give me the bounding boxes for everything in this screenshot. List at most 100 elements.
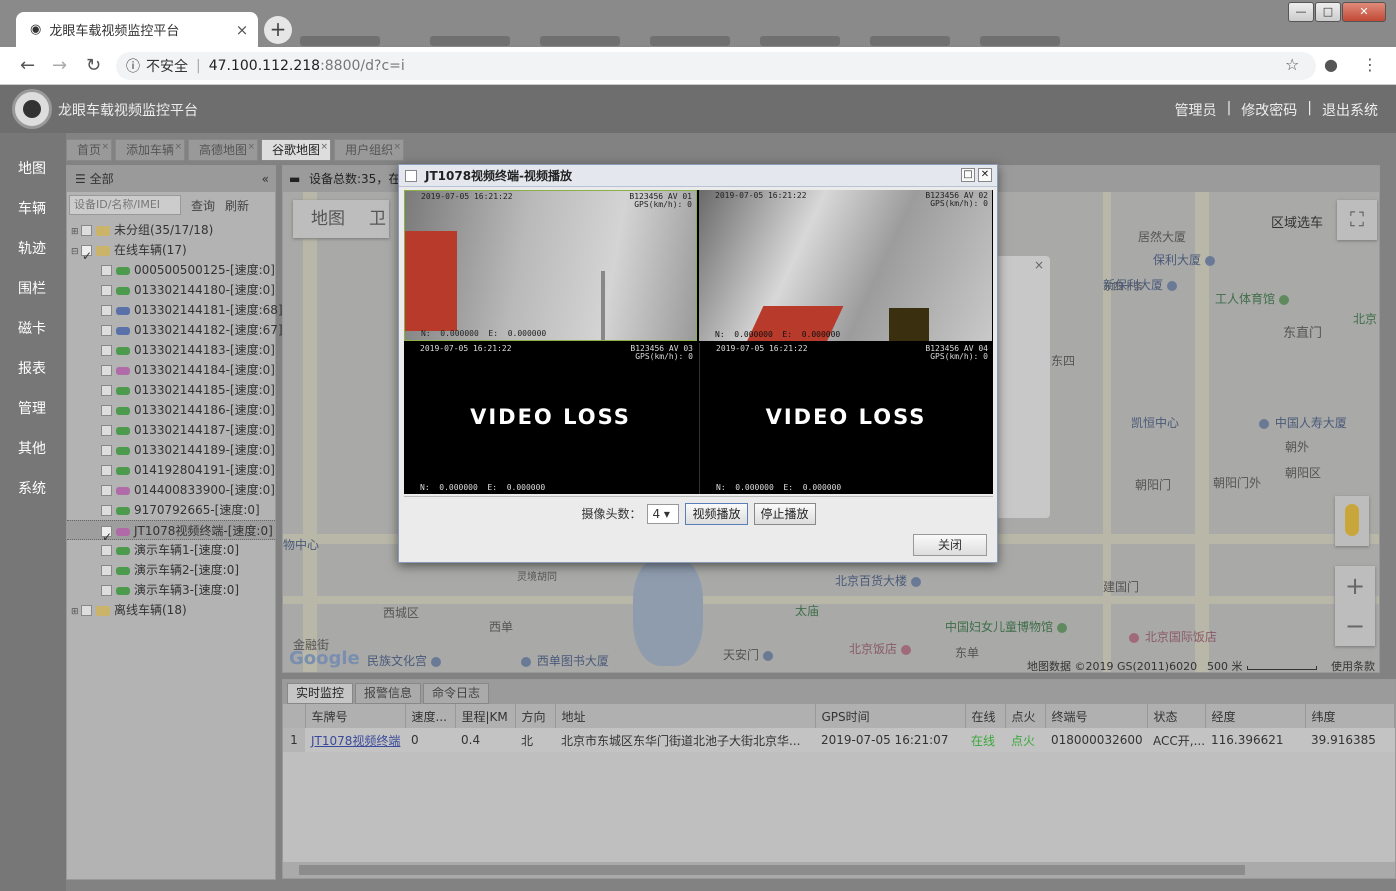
tree-vehicle-item[interactable]: 演示车辆1-[速度:0] xyxy=(67,540,275,560)
tab-close-icon[interactable]: × xyxy=(232,21,252,39)
terms-link[interactable]: 使用条款 xyxy=(1331,658,1375,672)
logout-link[interactable]: 退出系统 xyxy=(1322,100,1378,120)
tab-close-icon[interactable]: × xyxy=(101,137,109,157)
expand-icon[interactable]: ⊞ xyxy=(71,222,81,242)
zoom-out-button[interactable]: − xyxy=(1335,606,1375,646)
url-field[interactable]: ⓘ 不安全 | 47.100.112.218 :8800/d?c=i xyxy=(116,52,1316,80)
nav-item-map[interactable]: 地图 xyxy=(0,149,66,189)
tab-alarm[interactable]: 报警信息 xyxy=(355,683,422,704)
checkbox[interactable] xyxy=(101,365,112,376)
tab-amap[interactable]: 高德地图 × xyxy=(188,137,259,161)
checkbox[interactable] xyxy=(81,225,92,236)
tree-vehicle-item[interactable]: 013302144180-[速度:0] xyxy=(67,280,275,300)
expand-icon[interactable]: ⊞ xyxy=(71,602,81,622)
nav-item-other[interactable]: 其他 xyxy=(0,429,66,469)
tree-vehicle-item[interactable]: 演示车辆2-[速度:0] xyxy=(67,560,275,580)
back-icon[interactable]: ← xyxy=(20,55,35,76)
checkbox[interactable] xyxy=(101,485,112,496)
tab-close-icon[interactable]: × xyxy=(174,137,182,157)
collapse-icon[interactable]: « xyxy=(262,166,269,192)
tree-vehicle-item[interactable]: ✓ JT1078视频终端-[速度:0] xyxy=(67,520,275,544)
background-tab[interactable] xyxy=(980,36,1060,46)
play-video-button[interactable]: 视频播放 xyxy=(685,502,748,525)
profile-icon[interactable]: ● xyxy=(1324,55,1338,74)
tree-vehicle-item[interactable]: 013302144187-[速度:0] xyxy=(67,420,275,440)
info-icon[interactable]: ⓘ xyxy=(126,56,140,76)
background-tab[interactable] xyxy=(540,36,620,46)
stop-video-button[interactable]: 停止播放 xyxy=(753,502,816,525)
tab-close-icon[interactable]: × xyxy=(321,137,329,157)
tree-vehicle-item[interactable]: 013302144184-[速度:0] xyxy=(67,360,275,380)
nav-item-fence[interactable]: 围栏 xyxy=(0,269,66,309)
background-tab[interactable] xyxy=(870,36,950,46)
col-mileage[interactable]: 里程|KM xyxy=(455,704,516,728)
background-tab[interactable] xyxy=(300,36,380,46)
tree-vehicle-item[interactable]: 013302144183-[速度:0] xyxy=(67,340,275,360)
street-view-pegman-icon[interactable] xyxy=(1335,496,1369,546)
close-icon[interactable]: × xyxy=(1034,258,1044,272)
checkbox[interactable] xyxy=(81,605,92,616)
tab-close-icon[interactable]: × xyxy=(248,137,256,157)
device-search-input[interactable]: 设备ID/名称/IMEI xyxy=(69,195,181,215)
nav-item-report[interactable]: 报表 xyxy=(0,349,66,389)
col-plate[interactable]: 车牌号 xyxy=(305,704,406,728)
video-channel-1[interactable]: 2019-07-05 16:21:22 B123456 AV 01 GPS(km… xyxy=(404,190,697,341)
tab-command-log[interactable]: 命令日志 xyxy=(423,683,490,704)
nav-item-vehicle[interactable]: 车辆 xyxy=(0,189,66,229)
col-status[interactable]: 状态 xyxy=(1147,704,1206,728)
tree-group-online[interactable]: ⊟ ✓ 在线车辆(17) xyxy=(67,240,275,263)
tree-vehicle-item[interactable]: 013302144186-[速度:0] xyxy=(67,400,275,420)
user-link-admin[interactable]: 管理员 xyxy=(1175,100,1217,120)
map-type-button[interactable]: 地图 卫 xyxy=(293,200,389,238)
checkbox[interactable] xyxy=(101,565,112,576)
tree-vehicle-item[interactable]: 9170792665-[速度:0] xyxy=(67,500,275,520)
col-terminal[interactable]: 终端号 xyxy=(1045,704,1148,728)
window-close-button[interactable]: ✕ xyxy=(1342,2,1386,22)
browser-tab[interactable]: ◉ 龙眼车载视频监控平台 × xyxy=(16,12,258,47)
reload-icon[interactable]: ↻ xyxy=(86,55,101,76)
col-lng[interactable]: 经度 xyxy=(1205,704,1306,728)
tree-vehicle-item[interactable]: 013302144182-[速度:67] xyxy=(67,320,283,340)
star-icon[interactable]: ☆ xyxy=(1285,55,1299,74)
tree-vehicle-item[interactable]: 013302144181-[速度:68] xyxy=(67,300,283,320)
forward-icon[interactable]: → xyxy=(52,55,67,76)
checkbox[interactable] xyxy=(101,325,112,336)
checkbox[interactable]: ✓ xyxy=(101,526,112,544)
tree-vehicle-item[interactable]: 014400833900-[速度:0] xyxy=(67,480,275,500)
checkbox[interactable] xyxy=(101,445,112,456)
col-online[interactable]: 在线 xyxy=(965,704,1006,728)
col-gps-time[interactable]: GPS时间 xyxy=(815,704,966,728)
checkbox[interactable]: ✓ xyxy=(81,245,92,263)
checkbox[interactable] xyxy=(101,265,112,276)
tree-vehicle-item[interactable]: 013302144185-[速度:0] xyxy=(67,380,275,400)
nav-item-manage[interactable]: 管理 xyxy=(0,389,66,429)
col-direction[interactable]: 方向 xyxy=(515,704,556,728)
scrollbar-thumb[interactable] xyxy=(299,865,1245,875)
col-speed[interactable]: 速度... xyxy=(405,704,456,728)
query-button[interactable]: 查询 xyxy=(191,197,215,214)
tab-home[interactable]: 首页 × xyxy=(66,137,113,161)
tree-vehicle-item[interactable]: 演示车辆3-[速度:0] xyxy=(67,580,275,600)
close-icon[interactable]: ✕ xyxy=(978,168,992,182)
video-channel-2[interactable]: 2019-07-05 16:21:22 B123456 AV 02 GPS(km… xyxy=(699,190,992,341)
video-channel-3[interactable]: 2019-07-05 16:21:22 B123456 AV 03 GPS(km… xyxy=(404,343,697,494)
close-button[interactable]: 关闭 xyxy=(913,534,987,556)
new-tab-button[interactable]: + xyxy=(264,16,292,44)
checkbox[interactable] xyxy=(101,505,112,516)
checkbox[interactable] xyxy=(101,345,112,356)
nav-item-system[interactable]: 系统 xyxy=(0,469,66,509)
checkbox[interactable] xyxy=(101,585,112,596)
tab-user-org[interactable]: 用户组织 × xyxy=(334,139,405,161)
tree-group-ungrouped[interactable]: ⊞ 未分组(35/17/18) xyxy=(67,220,275,240)
change-password-link[interactable]: 修改密码 xyxy=(1241,100,1297,120)
checkbox[interactable] xyxy=(101,305,112,316)
region-select-button[interactable]: 区域选车 xyxy=(1271,212,1323,231)
background-tab[interactable] xyxy=(430,36,510,46)
maximize-icon[interactable]: □ xyxy=(961,168,975,182)
checkbox[interactable] xyxy=(101,425,112,436)
tab-google-map[interactable]: 谷歌地图 × xyxy=(261,137,332,161)
plate-link[interactable]: JT1078视频终端 xyxy=(305,728,405,752)
col-address[interactable]: 地址 xyxy=(555,704,816,728)
refresh-button[interactable]: 刷新 xyxy=(225,197,249,214)
horizontal-scrollbar[interactable] xyxy=(283,862,1395,878)
